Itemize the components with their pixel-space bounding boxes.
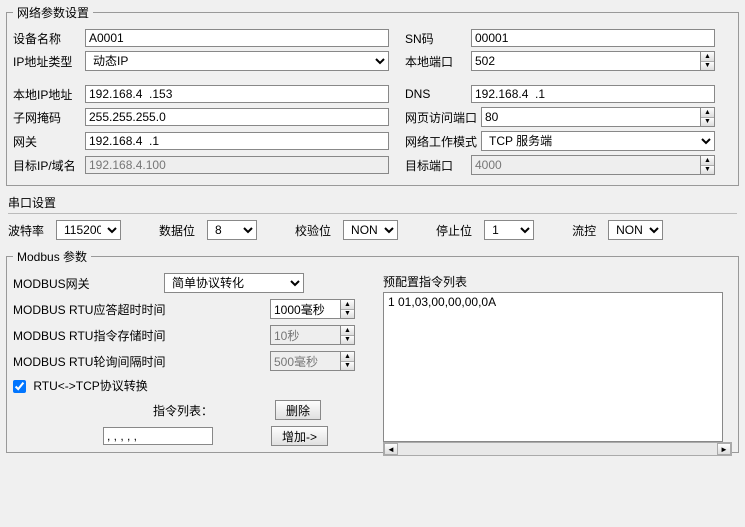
net-mode-label: 网络工作模式: [405, 133, 477, 150]
subnet-input[interactable]: [85, 108, 389, 126]
cmd-list-label: 指令列表：: [153, 402, 213, 419]
modbus-gateway-label: MODBUS网关: [13, 275, 158, 292]
local-port-spinner[interactable]: ▲▼: [700, 51, 715, 71]
flow-select[interactable]: NONE: [608, 220, 663, 240]
scroll-left-icon[interactable]: ◄: [384, 443, 398, 455]
store-time-label: MODBUS RTU指令存储时间: [13, 327, 158, 344]
resp-timeout-spinner[interactable]: ▲▼: [340, 299, 355, 319]
scroll-right-icon[interactable]: ►: [717, 443, 731, 455]
web-port-input[interactable]: [481, 107, 700, 127]
parity-label: 校验位: [295, 222, 331, 239]
rtu-tcp-checkbox-label[interactable]: RTU<->TCP协议转换: [13, 377, 148, 394]
sn-input[interactable]: [471, 29, 715, 47]
parity-select[interactable]: NONE: [343, 220, 398, 240]
baud-label: 波特率: [8, 222, 44, 239]
sn-label: SN码: [405, 30, 467, 47]
serial-divider: [8, 213, 737, 214]
list-item[interactable]: 1 01,03,00,00,00,0A: [388, 295, 718, 309]
local-ip-input[interactable]: [85, 85, 389, 103]
ip-type-select[interactable]: 动态IP: [85, 51, 389, 71]
web-port-spinner[interactable]: ▲▼: [700, 107, 715, 127]
network-group: 网络参数设置 设备名称 SN码 IP地址类型 动态IP 本地端口 ▲▼ 本地IP…: [6, 4, 739, 186]
stop-bits-label: 停止位: [436, 222, 472, 239]
poll-interval-input: [270, 351, 340, 371]
dns-label: DNS: [405, 87, 467, 101]
preset-list-label: 预配置指令列表: [383, 273, 732, 290]
network-legend: 网络参数设置: [13, 4, 93, 21]
poll-interval-spinner[interactable]: ▲▼: [340, 351, 355, 371]
target-port-label: 目标端口: [405, 157, 467, 174]
subnet-label: 子网掩码: [13, 109, 81, 126]
device-name-label: 设备名称: [13, 30, 81, 47]
target-ip-label: 目标IP/域名: [13, 157, 81, 174]
target-ip-input: [85, 156, 389, 174]
store-time-input: [270, 325, 340, 345]
rtu-tcp-checkbox[interactable]: [13, 380, 26, 393]
resp-timeout-input[interactable]: [270, 299, 340, 319]
device-name-input[interactable]: [85, 29, 389, 47]
preset-list[interactable]: 1 01,03,00,00,00,0A: [383, 292, 723, 442]
target-port-spinner[interactable]: ▲▼: [700, 155, 715, 175]
stop-bits-select[interactable]: 1: [484, 220, 534, 240]
delete-button[interactable]: 删除: [275, 400, 321, 420]
resp-timeout-label: MODBUS RTU应答超时时间: [13, 301, 158, 318]
dns-input[interactable]: [471, 85, 715, 103]
local-port-input[interactable]: [471, 51, 700, 71]
baud-select[interactable]: 115200: [56, 220, 121, 240]
modbus-group: Modbus 参数 MODBUS网关 简单协议转化 MODBUS RTU应答超时…: [6, 248, 739, 453]
local-port-label: 本地端口: [405, 53, 467, 70]
target-port-input: [471, 155, 700, 175]
cmd-input[interactable]: [103, 427, 213, 445]
serial-title: 串口设置: [8, 194, 737, 211]
add-button[interactable]: 增加->: [271, 426, 328, 446]
modbus-gateway-select[interactable]: 简单协议转化: [164, 273, 304, 293]
modbus-legend: Modbus 参数: [13, 248, 91, 265]
local-ip-label: 本地IP地址: [13, 86, 81, 103]
net-mode-select[interactable]: TCP 服务端: [481, 131, 715, 151]
store-time-spinner[interactable]: ▲▼: [340, 325, 355, 345]
gateway-input[interactable]: [85, 132, 389, 150]
h-scrollbar[interactable]: ◄ ►: [383, 442, 732, 456]
data-bits-label: 数据位: [159, 222, 195, 239]
flow-label: 流控: [572, 222, 596, 239]
data-bits-select[interactable]: 8: [207, 220, 257, 240]
rtu-tcp-text: RTU<->TCP协议转换: [33, 379, 147, 393]
serial-row: 波特率 115200 数据位 8 校验位 NONE 停止位 1 流控 NONE: [8, 220, 737, 240]
web-port-label: 网页访问端口: [405, 109, 477, 126]
poll-interval-label: MODBUS RTU轮询间隔时间: [13, 353, 158, 370]
ip-type-label: IP地址类型: [13, 53, 81, 70]
gateway-label: 网关: [13, 133, 81, 150]
